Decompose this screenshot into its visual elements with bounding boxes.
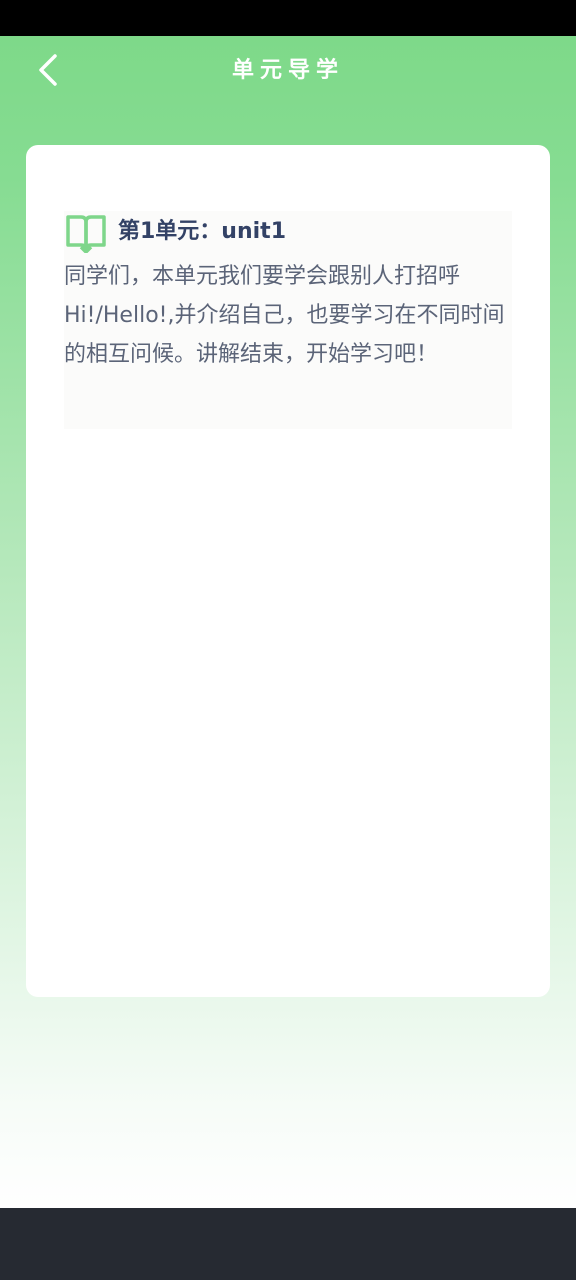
page-title: 单元导学 bbox=[231, 58, 344, 83]
unit-card: 第1单元：unit1 同学们，本单元我们要学会跟别人打招呼Hi!/Hello!,… bbox=[26, 145, 550, 997]
header: 单元导学 bbox=[0, 36, 576, 108]
unit-description: 同学们，本单元我们要学会跟别人打招呼Hi!/Hello!,并介绍自己，也要学习在… bbox=[64, 264, 505, 367]
system-navigation-bar bbox=[0, 1208, 576, 1280]
status-bar bbox=[0, 0, 576, 36]
open-book-icon bbox=[66, 215, 106, 253]
unit-intro: 第1单元：unit1 同学们，本单元我们要学会跟别人打招呼Hi!/Hello!,… bbox=[64, 211, 512, 429]
unit-title: 第1单元：unit1 bbox=[118, 219, 286, 244]
